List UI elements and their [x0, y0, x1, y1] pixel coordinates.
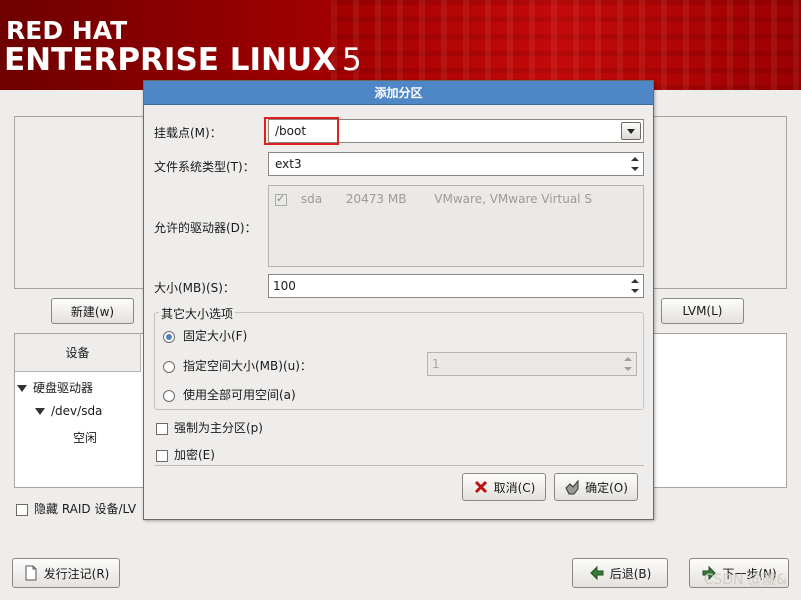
- drive-model: VMware, VMware Virtual S: [434, 192, 592, 206]
- drives-label: 允许的驱动器(D)：: [154, 221, 257, 235]
- cancel-label: 取消(C): [493, 480, 536, 495]
- watermark: CSDN @雕&: [703, 572, 787, 588]
- encrypt-checkbox[interactable]: [156, 449, 168, 462]
- cancel-button[interactable]: 取消(C): [462, 473, 546, 501]
- fs-type-select[interactable]: ext3: [268, 152, 644, 176]
- tree-label: /dev/sda: [51, 404, 103, 418]
- maxsize-value[interactable]: 1: [432, 357, 440, 371]
- size-options-legend: 其它大小选项: [159, 305, 236, 322]
- hide-raid-checkbox-row[interactable]: 隐藏 RAID 设备/LV: [16, 500, 136, 517]
- banner-decoration: [331, 0, 801, 90]
- back-button[interactable]: 后退(B): [572, 558, 668, 588]
- mount-point-label: 挂载点(M)：: [154, 126, 222, 140]
- option-maxsize-radio[interactable]: [163, 360, 175, 373]
- option-fill-label: 使用全部可用空间(a): [183, 388, 296, 402]
- chevron-down-icon[interactable]: [621, 122, 641, 140]
- tree-label: 空闲: [73, 431, 98, 445]
- tree-item-harddrives[interactable]: 硬盘驱动器: [17, 379, 93, 396]
- drive-checkbox[interactable]: [275, 192, 287, 206]
- size-value[interactable]: 100: [273, 279, 296, 293]
- brand-line2: ENTERPRISE LINUX 5: [4, 43, 362, 77]
- dialog-title: 添加分区: [144, 81, 653, 105]
- spinner-arrows-icon[interactable]: [622, 355, 634, 373]
- ok-label: 确定(O): [585, 480, 628, 495]
- device-column-label: 设备: [65, 346, 90, 360]
- select-arrows-icon[interactable]: [629, 155, 641, 173]
- option-fill-row[interactable]: 使用全部可用空间(a): [163, 386, 296, 403]
- brand-name: ENTERPRISE LINUX: [4, 42, 337, 78]
- close-icon: [473, 479, 489, 495]
- add-partition-dialog: 添加分区 挂载点(M)： /boot 文件系统类型(T)： ext3 允许的驱动…: [143, 80, 654, 520]
- option-maxsize-row[interactable]: 指定空间大小(MB)(u)：: [163, 357, 312, 374]
- hide-raid-checkbox[interactable]: [16, 503, 28, 516]
- document-icon: [23, 565, 39, 581]
- new-partition-button[interactable]: 新建(w): [51, 298, 134, 324]
- release-notes-label: 发行注记(R): [43, 566, 110, 581]
- release-notes-button[interactable]: 发行注记(R): [12, 558, 120, 588]
- spinner-arrows-icon[interactable]: [629, 277, 641, 295]
- ok-button[interactable]: 确定(O): [554, 473, 638, 501]
- expand-triangle-icon[interactable]: [17, 385, 27, 392]
- encrypt-row[interactable]: 加密(E): [156, 446, 215, 463]
- maxsize-spinner[interactable]: 1: [427, 352, 637, 376]
- drive-size: 20473 MB: [345, 192, 407, 206]
- size-spinner[interactable]: 100: [268, 274, 644, 298]
- device-column-header[interactable]: 设备: [15, 334, 141, 372]
- brand-line1: RED HAT: [6, 16, 128, 45]
- back-label: 后退(B): [609, 566, 652, 581]
- tree-item-sda[interactable]: /dev/sda: [35, 404, 102, 418]
- option-maxsize-label: 指定空间大小(MB)(u)：: [183, 359, 312, 373]
- option-fixed-radio[interactable]: [163, 330, 175, 343]
- option-fill-radio[interactable]: [163, 389, 175, 402]
- size-label: 大小(MB)(S)：: [154, 281, 235, 295]
- drives-list[interactable]: sda 20473 MB VMware, VMware Virtual S: [268, 185, 644, 267]
- tree-item-free[interactable]: 空闲: [73, 429, 97, 446]
- expand-triangle-icon[interactable]: [35, 408, 45, 415]
- brand-version: 5: [342, 42, 362, 78]
- hide-raid-label: 隐藏 RAID 设备/LV: [34, 502, 137, 516]
- dialog-separator: [154, 465, 644, 466]
- drive-row[interactable]: sda 20473 MB VMware, VMware Virtual S: [275, 192, 592, 206]
- tree-label: 硬盘驱动器: [33, 381, 94, 395]
- force-primary-checkbox[interactable]: [156, 422, 168, 435]
- fs-type-value: ext3: [275, 157, 302, 171]
- size-options-frame: 其它大小选项 固定大小(F) 指定空间大小(MB)(u)： 1 使用全部可用空间…: [154, 305, 644, 410]
- option-fixed-label: 固定大小(F): [183, 329, 248, 343]
- option-fixed-row[interactable]: 固定大小(F): [163, 327, 247, 344]
- force-primary-label: 强制为主分区(p): [174, 421, 263, 435]
- fs-type-label: 文件系统类型(T)：: [154, 160, 255, 174]
- force-primary-row[interactable]: 强制为主分区(p): [156, 419, 263, 436]
- encrypt-label: 加密(E): [174, 448, 215, 462]
- header-banner: RED HAT ENTERPRISE LINUX 5: [0, 0, 801, 90]
- lvm-button[interactable]: LVM(L): [661, 298, 744, 324]
- highlight-box: [264, 117, 339, 145]
- arrow-left-icon: [589, 565, 605, 581]
- ok-hand-icon: [564, 479, 580, 495]
- drive-name: sda: [300, 192, 323, 206]
